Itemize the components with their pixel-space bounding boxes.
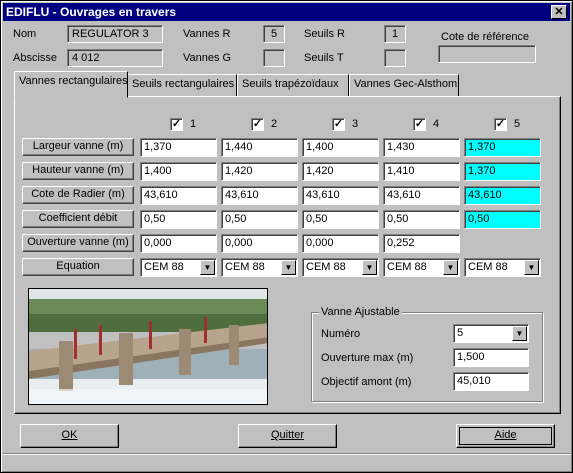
equation-select[interactable]: CEM 88 ▼	[221, 258, 298, 277]
value-cell[interactable]: 0,000	[302, 234, 379, 253]
equation-value: CEM 88	[468, 261, 508, 273]
column-checkbox-4[interactable]: ✓	[413, 118, 426, 131]
ok-button[interactable]: OK	[20, 424, 119, 448]
value-cell[interactable]: 43,610	[140, 186, 217, 205]
ouverture-max-label: Ouverture max (m)	[321, 352, 414, 364]
value-cell[interactable]: 0,50	[140, 210, 217, 229]
tab-label: Vannes rectangulaires	[19, 75, 128, 87]
window-title: EDIFLU - Ouvrages en travers	[6, 5, 177, 19]
seuils-t-field	[384, 49, 406, 67]
seuils-t-label: Seuils T	[304, 52, 344, 64]
tab-label: Vannes Gec-Alsthom	[354, 78, 458, 90]
column-checkbox-5[interactable]: ✓	[494, 118, 507, 131]
title-bar: EDIFLU - Ouvrages en travers ✕	[3, 3, 570, 21]
chevron-down-icon[interactable]: ▼	[443, 260, 458, 275]
column-number: 4	[433, 118, 440, 130]
status-bar	[3, 453, 570, 471]
value-cell[interactable]: 1,370	[140, 138, 217, 157]
numero-select[interactable]: 5 ▼	[453, 324, 529, 343]
vanne-ajustable-title: Vanne Ajustable	[319, 306, 402, 318]
value-cell[interactable]: 1,370	[464, 162, 541, 181]
tab-seuils-trapezoidaux[interactable]: Seuils trapézoïdaux	[237, 74, 349, 96]
value-cell[interactable]: 0,50	[464, 210, 541, 229]
row-label-button[interactable]: Coefficient débit	[22, 210, 134, 228]
ouverture-max-input[interactable]: 1,500	[453, 348, 529, 367]
row-label-button[interactable]: Hauteur vanne (m)	[22, 162, 134, 180]
tab-label: Seuils rectangulaires	[132, 78, 235, 90]
regulator-photo	[28, 288, 268, 405]
value-cell[interactable]: 1,370	[464, 138, 541, 157]
column-number: 5	[514, 118, 521, 130]
column-number: 1	[190, 118, 197, 130]
tab-label: Seuils trapézoïdaux	[242, 78, 339, 90]
vannes-g-field	[263, 49, 285, 67]
row-label-button[interactable]: Ouverture vanne (m)	[22, 234, 134, 252]
equation-select[interactable]: CEM 88 ▼	[464, 258, 541, 277]
equation-select[interactable]: CEM 88 ▼	[140, 258, 217, 277]
value-cell[interactable]: 1,400	[140, 162, 217, 181]
equation-value: CEM 88	[306, 261, 346, 273]
equation-select[interactable]: CEM 88 ▼	[302, 258, 379, 277]
aide-button[interactable]: Aide	[456, 424, 555, 448]
row-label-button[interactable]: Largeur vanne (m)	[22, 138, 134, 156]
abscisse-field: 4 012	[67, 49, 163, 67]
close-button[interactable]: ✕	[551, 5, 567, 19]
value-cell[interactable]: 1,420	[302, 162, 379, 181]
numero-label: Numéro	[321, 328, 361, 340]
column-checkbox-2[interactable]: ✓	[251, 118, 264, 131]
chevron-down-icon[interactable]: ▼	[512, 326, 527, 341]
vannes-r-field: 5	[263, 25, 285, 43]
row-label-button[interactable]: Cote de Radier (m)	[22, 186, 134, 204]
tab-seuils-rectangulaires[interactable]: Seuils rectangulaires	[127, 74, 237, 96]
abscisse-label: Abscisse	[13, 52, 58, 64]
quitter-label: Quitter	[270, 429, 304, 441]
chevron-down-icon[interactable]: ▼	[524, 260, 539, 275]
column-checkbox-3[interactable]: ✓	[332, 118, 345, 131]
value-cell[interactable]: 1,400	[302, 138, 379, 157]
value-cell[interactable]: 0,000	[140, 234, 217, 253]
cote-ref-field	[438, 45, 536, 63]
equation-value: CEM 88	[387, 261, 427, 273]
cote-ref-label: Cote de référence	[441, 31, 530, 43]
value-cell[interactable]: 0,50	[383, 210, 460, 229]
value-cell[interactable]: 0,50	[221, 210, 298, 229]
tab-vannes-gec-alsthom[interactable]: Vannes Gec-Alsthom	[349, 74, 459, 96]
quitter-button[interactable]: Quitter	[238, 424, 337, 448]
chevron-down-icon[interactable]: ▼	[362, 260, 377, 275]
value-cell[interactable]: 43,610	[302, 186, 379, 205]
value-cell[interactable]: 0,50	[302, 210, 379, 229]
value-cell[interactable]: 43,610	[464, 186, 541, 205]
aide-label: Aide	[494, 429, 517, 441]
ok-label: OK	[61, 429, 78, 441]
value-cell[interactable]: 1,410	[383, 162, 460, 181]
dialog-window: EDIFLU - Ouvrages en travers ✕ Nom REGUL…	[0, 0, 573, 473]
vannes-r-label: Vannes R	[183, 28, 231, 40]
seuils-r-field: 1	[384, 25, 406, 43]
value-cell[interactable]: 43,610	[221, 186, 298, 205]
chevron-down-icon[interactable]: ▼	[200, 260, 215, 275]
objectif-amont-input[interactable]: 45,010	[453, 372, 529, 391]
tab-vannes-rectangulaires[interactable]: Vannes rectangulaires	[14, 71, 128, 98]
column-checkbox-1[interactable]: ✓	[170, 118, 183, 131]
value-cell[interactable]: 1,430	[383, 138, 460, 157]
equation-label-button[interactable]: Equation	[22, 258, 134, 276]
value-cell[interactable]: 1,420	[221, 162, 298, 181]
equation-value: CEM 88	[144, 261, 184, 273]
numero-value: 5	[457, 327, 464, 339]
value-cell[interactable]: 1,440	[221, 138, 298, 157]
value-cell[interactable]: 43,610	[383, 186, 460, 205]
objectif-amont-label: Objectif amont (m)	[321, 376, 412, 388]
column-number: 2	[271, 118, 278, 130]
equation-select[interactable]: CEM 88 ▼	[383, 258, 460, 277]
chevron-down-icon[interactable]: ▼	[281, 260, 296, 275]
column-number: 3	[352, 118, 359, 130]
value-cell[interactable]: 0,000	[221, 234, 298, 253]
nom-label: Nom	[13, 28, 37, 40]
vannes-g-label: Vannes G	[183, 52, 232, 64]
equation-value: CEM 88	[225, 261, 265, 273]
close-icon: ✕	[554, 6, 564, 18]
nom-field: REGULATOR 3	[67, 25, 163, 43]
seuils-r-label: Seuils R	[304, 28, 345, 40]
value-cell[interactable]: 0,252	[383, 234, 460, 253]
